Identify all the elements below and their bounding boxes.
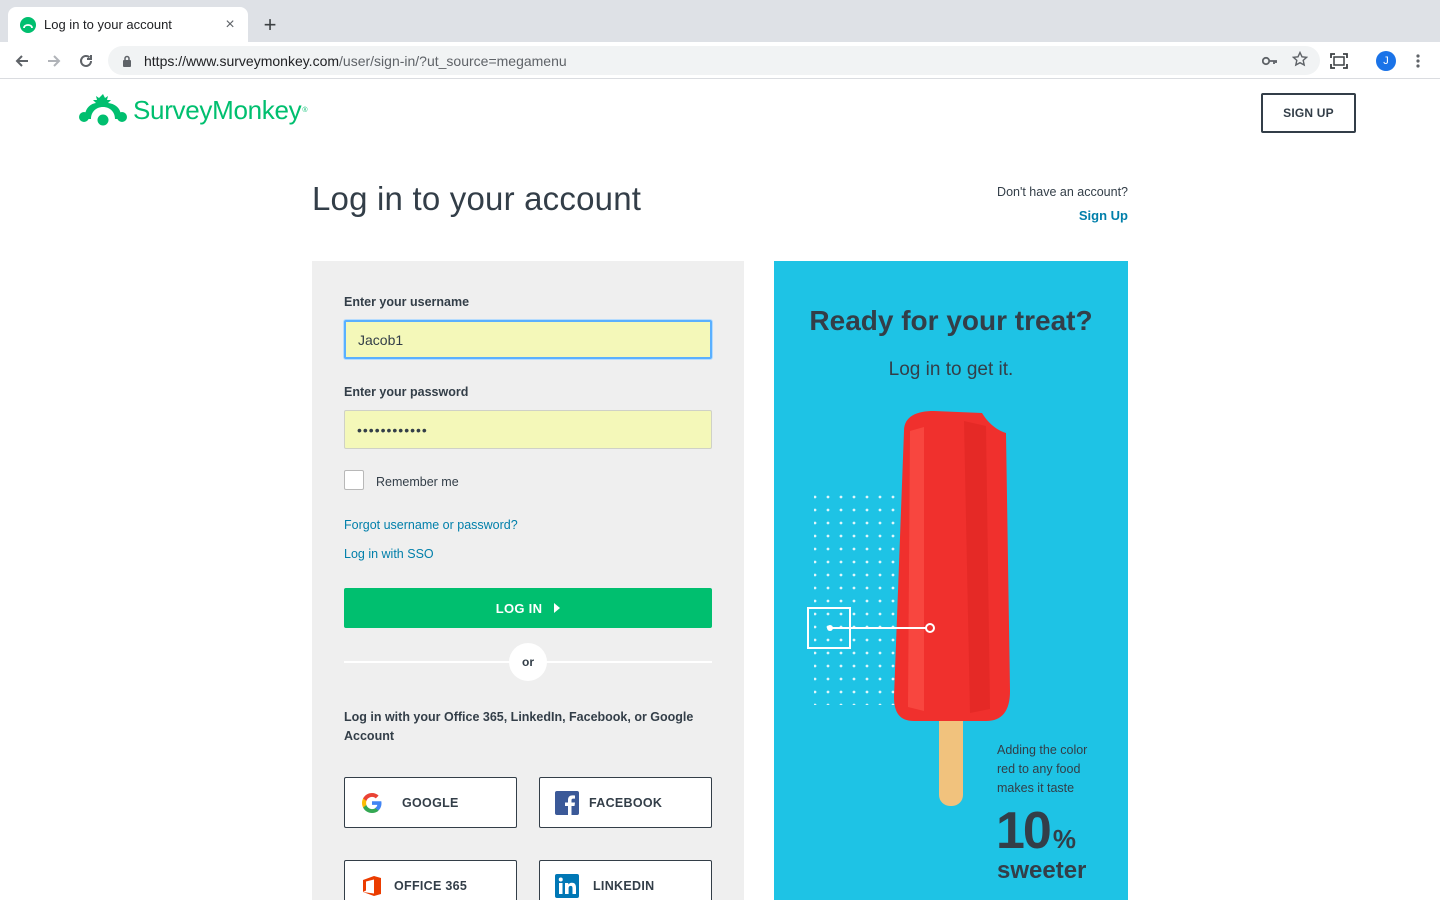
facebook-login-button[interactable]: FACEBOOK bbox=[539, 777, 712, 828]
logo-wordmark: SurveyMonkey bbox=[133, 94, 302, 125]
username-label: Enter your username bbox=[344, 295, 470, 309]
or-separator: or bbox=[509, 643, 547, 681]
promo-stat: 10% bbox=[996, 801, 1076, 861]
promo-sweeter-text: sweeter bbox=[997, 857, 1087, 884]
login-button-label: LOG IN bbox=[495, 600, 543, 616]
facebook-icon bbox=[555, 790, 579, 815]
promo-stat-percent: % bbox=[1052, 824, 1076, 854]
username-input[interactable]: Jacob1 bbox=[344, 320, 712, 359]
promo-stat-number: 10 bbox=[996, 802, 1052, 860]
more-menu-icon[interactable] bbox=[1404, 47, 1432, 75]
surveymonkey-logo[interactable]: SurveyMonkey ® bbox=[79, 92, 308, 128]
dot-grid-decoration bbox=[814, 489, 900, 705]
no-account-text: Don't have an account? bbox=[997, 185, 1128, 199]
back-arrow-icon[interactable] bbox=[8, 47, 36, 75]
login-button[interactable]: LOG IN bbox=[344, 588, 712, 628]
bookmark-star-icon[interactable] bbox=[1291, 50, 1309, 72]
screen-capture-icon[interactable] bbox=[1325, 47, 1353, 75]
office365-login-button[interactable]: OFFICE 365 bbox=[344, 860, 517, 900]
play-arrow-icon bbox=[554, 603, 561, 613]
linkedin-button-label: LINKEDIN bbox=[593, 878, 655, 893]
key-icon[interactable] bbox=[1261, 53, 1278, 71]
url-text: https://www.surveymonkey.com/user/sign-i… bbox=[144, 53, 567, 69]
google-login-button[interactable]: GOOGLE bbox=[344, 777, 517, 828]
google-button-label: GOOGLE bbox=[402, 795, 459, 810]
page-title: Log in to your account bbox=[312, 180, 642, 217]
remember-me-label[interactable]: Remember me bbox=[376, 475, 459, 489]
new-tab-icon[interactable]: + bbox=[258, 13, 282, 37]
sso-login-link[interactable]: Log in with SSO bbox=[344, 547, 434, 561]
url-path: /user/sign-in/?ut_source=megamenu bbox=[339, 52, 567, 69]
promo-fact-text: Adding the color red to any food makes i… bbox=[997, 743, 1088, 795]
profile-avatar[interactable]: J bbox=[1372, 47, 1400, 75]
tab-close-icon[interactable]: × bbox=[222, 16, 238, 33]
browser-tabstrip: Log in to your account × + bbox=[0, 0, 1440, 42]
surveymonkey-favicon-icon bbox=[20, 16, 36, 33]
google-icon bbox=[360, 791, 384, 815]
lock-icon bbox=[120, 54, 134, 68]
tab-title: Log in to your account bbox=[44, 17, 172, 32]
password-input[interactable]: •••••••••••• bbox=[344, 410, 712, 449]
address-bar[interactable]: https://www.surveymonkey.com/user/sign-i… bbox=[108, 46, 1320, 75]
monkey-logo-icon bbox=[79, 94, 127, 126]
linkedin-icon bbox=[555, 873, 579, 898]
facebook-button-label: FACEBOOK bbox=[589, 795, 663, 810]
remember-me-checkbox[interactable] bbox=[344, 470, 364, 490]
forgot-password-link[interactable]: Forgot username or password? bbox=[344, 518, 518, 532]
login-form-panel: Enter your username Jacob1 Enter your pa… bbox=[312, 261, 744, 900]
browser-tab-active[interactable]: Log in to your account × bbox=[8, 7, 248, 42]
browser-toolbar: https://www.surveymonkey.com/user/sign-i… bbox=[0, 42, 1440, 79]
header-signup-button[interactable]: SIGN UP bbox=[1261, 93, 1356, 133]
url-host: https://www.surveymonkey.com bbox=[144, 52, 340, 69]
password-label: Enter your password bbox=[344, 385, 469, 399]
logo-registered-mark: ® bbox=[302, 106, 308, 114]
office365-icon bbox=[360, 874, 384, 898]
office365-button-label: OFFICE 365 bbox=[394, 878, 468, 893]
social-login-prompt: Log in with your Office 365, LinkedIn, F… bbox=[344, 710, 694, 743]
promo-panel: Ready for your treat? Log in to get it. … bbox=[774, 261, 1128, 900]
linkedin-login-button[interactable]: LINKEDIN bbox=[539, 860, 712, 900]
forward-arrow-icon[interactable] bbox=[40, 47, 68, 75]
reload-icon[interactable] bbox=[72, 47, 100, 75]
avatar-initial: J bbox=[1376, 51, 1396, 71]
signup-link[interactable]: Sign Up bbox=[1079, 208, 1128, 223]
